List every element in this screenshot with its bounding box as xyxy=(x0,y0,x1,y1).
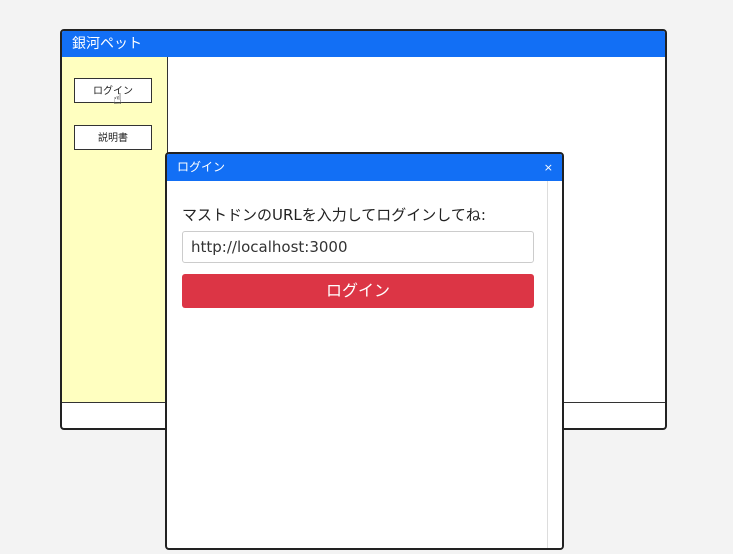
main-window-title: 銀河ペット xyxy=(72,36,142,52)
dialog-title: ログイン xyxy=(177,160,226,174)
main-titlebar: 銀河ペット xyxy=(62,31,665,57)
dialog-titlebar[interactable]: ログイン × xyxy=(167,154,562,181)
sidebar-login-label: ログイン xyxy=(93,86,133,97)
close-icon[interactable]: × xyxy=(544,154,553,181)
login-button[interactable]: ログイン xyxy=(182,274,534,308)
sidebar-manual-label: 説明書 xyxy=(98,133,128,144)
url-input[interactable] xyxy=(182,231,534,263)
sidebar: ログイン ☝ 説明書 xyxy=(62,57,168,402)
sidebar-manual-button[interactable]: 説明書 xyxy=(74,125,152,150)
dialog-scrollbar[interactable] xyxy=(547,181,562,548)
login-dialog: ログイン × マストドンのURLを入力してログインしてね: ログイン xyxy=(165,152,564,550)
url-prompt: マストドンのURLを入力してログインしてね: xyxy=(182,206,486,224)
sidebar-login-button[interactable]: ログイン ☝ xyxy=(74,78,152,108)
